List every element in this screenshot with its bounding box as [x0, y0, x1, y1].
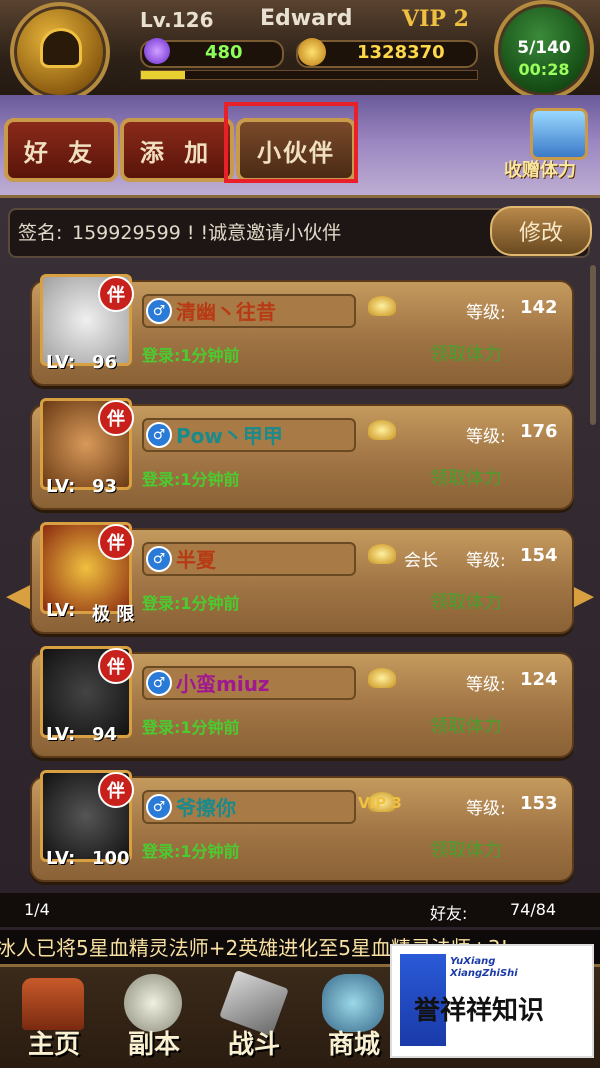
- friend-level: 142: [520, 297, 558, 318]
- gift-stamina-label[interactable]: 收赠体力: [504, 156, 576, 182]
- signature-label: 签名:: [18, 222, 63, 244]
- last-login: 登录:1分钟前: [142, 842, 240, 861]
- claim-stamina-button[interactable]: 领取体力: [430, 464, 502, 490]
- avatar-level-prefix: LV:: [46, 600, 76, 621]
- male-icon: ♂: [146, 546, 172, 572]
- tab-friends[interactable]: 好 友: [4, 118, 118, 182]
- watermark-small-2: XiangZhiShi: [450, 968, 518, 979]
- gem-icon: [144, 38, 170, 64]
- nav-home-label: 主页: [27, 1030, 80, 1060]
- avatar-level: 93: [92, 476, 118, 497]
- stamina-gift-icon[interactable]: [530, 108, 588, 160]
- male-icon: ♂: [146, 298, 172, 324]
- exp-fill: [141, 71, 185, 79]
- tab-add[interactable]: 添 加: [120, 118, 234, 182]
- friend-name: 爷擦你: [176, 796, 236, 820]
- edit-signature-button[interactable]: 修改: [490, 206, 592, 256]
- arrow-left-icon[interactable]: ◀: [6, 575, 32, 615]
- friends-count: 74/84: [510, 900, 557, 919]
- coin-count: 1328370: [357, 42, 445, 63]
- nav-battle-label: 战斗: [227, 1030, 280, 1060]
- nav-dungeon-label: 副本: [127, 1030, 180, 1060]
- claim-stamina-button[interactable]: 领取体力: [430, 340, 502, 366]
- gem-count: 480: [205, 42, 243, 63]
- level-label: 等级:: [466, 799, 506, 819]
- avatar-level: 94: [92, 724, 118, 745]
- nav-battle[interactable]: 战斗: [204, 964, 304, 1065]
- partner-badge: 伴: [98, 276, 134, 312]
- page-indicator: 1/4: [24, 900, 50, 919]
- scrollbar[interactable]: [590, 265, 596, 425]
- name-box: [142, 790, 356, 824]
- rank-icon: [368, 420, 396, 440]
- rank-icon: [368, 668, 396, 688]
- claim-stamina-button[interactable]: 领取体力: [430, 588, 502, 614]
- friend-level: 176: [520, 421, 558, 442]
- last-login: 登录:1分钟前: [142, 346, 240, 365]
- avatar-level: 100: [92, 848, 130, 869]
- last-login: 登录:1分钟前: [142, 594, 240, 613]
- friend-name: Pow丶甲甲: [176, 424, 283, 448]
- level-label: 等级:: [466, 427, 506, 447]
- avatar-level-prefix: LV:: [46, 848, 76, 869]
- last-login: 登录:1分钟前: [142, 718, 240, 737]
- nav-shop[interactable]: 商城: [304, 964, 404, 1065]
- friend-vip: VIP 3: [358, 794, 402, 812]
- male-icon: ♂: [146, 794, 172, 820]
- house-icon: [22, 978, 84, 1030]
- partner-badge: 伴: [98, 524, 134, 560]
- watermark-text: 誉祥祥知识: [414, 996, 545, 1026]
- last-login: 登录:1分钟前: [142, 470, 240, 489]
- avatar-level-prefix: LV:: [46, 352, 76, 373]
- avatar-level: 96: [92, 352, 118, 373]
- friend-level: 124: [520, 669, 558, 690]
- friend-name: 小蛮miuz: [176, 672, 270, 696]
- level-label: 等级:: [466, 303, 506, 323]
- friend-name: 半夏: [176, 548, 216, 572]
- friend-name: 清幽丶往昔: [176, 300, 276, 324]
- level-label: 等级:: [466, 551, 506, 571]
- rank-icon: [368, 544, 396, 564]
- watermark-small-1: YuXiang: [450, 956, 496, 967]
- player-level: Lv.126: [140, 8, 214, 32]
- stamina-count: 5/140: [517, 38, 571, 58]
- highlight-box: [224, 102, 358, 183]
- watermark-logo: YuXiang XiangZhiShi 誉祥祥知识: [390, 944, 594, 1058]
- friend-title: 会长: [404, 551, 438, 571]
- partner-badge: 伴: [98, 648, 134, 684]
- avatar-level-prefix: LV:: [46, 724, 76, 745]
- nav-home[interactable]: 主页: [4, 964, 104, 1065]
- vip-level[interactable]: VIP 2: [402, 6, 469, 32]
- coin-icon: [298, 38, 326, 66]
- claim-stamina-button[interactable]: 领取体力: [430, 712, 502, 738]
- player-name: Edward: [260, 6, 353, 31]
- nav-dungeon[interactable]: 副本: [104, 964, 204, 1065]
- rank-icon: [368, 296, 396, 316]
- level-label: 等级:: [466, 675, 506, 695]
- name-box: [142, 542, 356, 576]
- avatar-level: 极 限: [92, 604, 135, 625]
- exp-bar: [140, 70, 478, 80]
- partner-badge: 伴: [98, 772, 134, 808]
- friends-label: 好友:: [430, 904, 468, 923]
- male-icon: ♂: [146, 670, 172, 696]
- avatar-level-prefix: LV:: [46, 476, 76, 497]
- claim-stamina-button[interactable]: 领取体力: [430, 836, 502, 862]
- helmet-icon: [40, 28, 82, 68]
- nav-shop-label: 商城: [327, 1030, 380, 1060]
- signature-text: 159929599 ! !诚意邀请小伙伴: [72, 222, 342, 244]
- friend-level: 153: [520, 793, 558, 814]
- partner-badge: 伴: [98, 400, 134, 436]
- male-icon: ♂: [146, 422, 172, 448]
- friend-level: 154: [520, 545, 558, 566]
- stamina-timer: 00:28: [518, 60, 570, 79]
